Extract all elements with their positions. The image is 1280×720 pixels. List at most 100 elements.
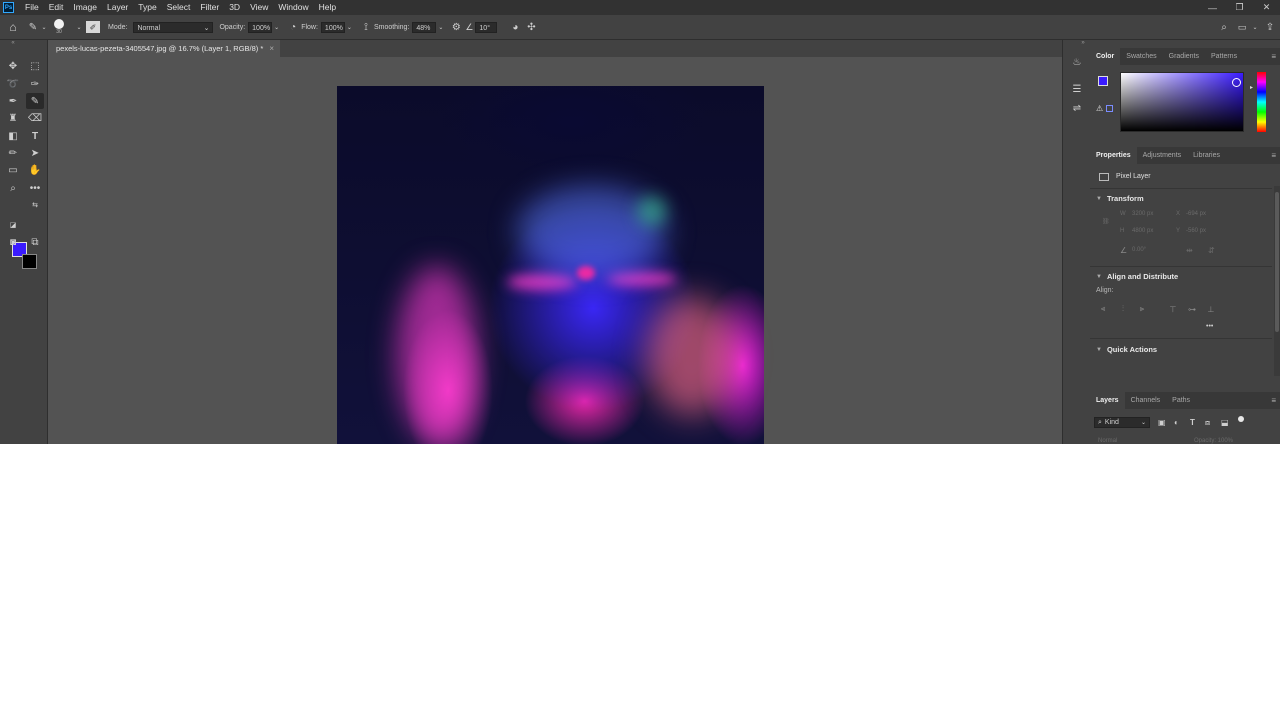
align-horizontal-center-icon[interactable]: ⫶ bbox=[1118, 304, 1128, 314]
align-vertical-center-icon[interactable]: ⊶ bbox=[1187, 304, 1197, 314]
pen-tool-icon[interactable]: ✏ bbox=[4, 145, 22, 161]
tab-swatches[interactable]: Swatches bbox=[1120, 48, 1162, 65]
chevron-down-icon[interactable]: ⌄ bbox=[72, 24, 86, 31]
mode-select[interactable]: Normal ⌄ bbox=[133, 21, 214, 33]
zoom-tool-icon[interactable]: ⌕ bbox=[4, 180, 22, 196]
restore-button[interactable]: ❐ bbox=[1226, 0, 1253, 15]
menu-file[interactable]: File bbox=[20, 0, 44, 15]
menu-view[interactable]: View bbox=[245, 0, 273, 15]
smoothing-input[interactable]: 48% bbox=[412, 21, 437, 33]
eraser-tool-icon[interactable]: ⌫ bbox=[26, 110, 44, 126]
properties-scrollbar-thumb[interactable] bbox=[1275, 192, 1279, 332]
align-right-icon[interactable]: ⫸ bbox=[1137, 304, 1147, 314]
document-image[interactable] bbox=[337, 86, 764, 444]
stamp-tool-icon[interactable]: ♜ bbox=[4, 110, 22, 126]
document-tab[interactable]: pexels-lucas-pezeta-3405547.jpg @ 16.7% … bbox=[50, 40, 280, 57]
panel-menu-icon[interactable]: ≡ bbox=[1271, 392, 1276, 409]
link-icon[interactable]: ⛓ bbox=[1102, 218, 1110, 225]
tab-layers[interactable]: Layers bbox=[1090, 392, 1125, 409]
share-icon[interactable]: ⇪ bbox=[1260, 22, 1280, 33]
opacity-input[interactable]: 100% bbox=[248, 21, 273, 33]
flip-horizontal-icon[interactable]: ⇹ bbox=[1186, 246, 1193, 255]
menu-3d[interactable]: 3D bbox=[224, 0, 245, 15]
canvas-area[interactable] bbox=[50, 57, 1052, 444]
collapse-arrows-icon[interactable]: » bbox=[1075, 40, 1091, 46]
menu-image[interactable]: Image bbox=[68, 0, 102, 15]
menu-layer[interactable]: Layer bbox=[102, 0, 133, 15]
menu-edit[interactable]: Edit bbox=[44, 0, 69, 15]
pressure-opacity-icon[interactable]: ◔ bbox=[285, 22, 301, 33]
home-icon[interactable]: ⌂ bbox=[0, 20, 26, 34]
brush-tool-icon[interactable]: ✎ bbox=[26, 22, 40, 33]
filter-type-icon[interactable]: T bbox=[1190, 418, 1195, 427]
tab-properties[interactable]: Properties bbox=[1090, 147, 1137, 164]
background-color-swatch[interactable] bbox=[22, 254, 37, 269]
filter-shape-icon[interactable]: ⧈ bbox=[1205, 418, 1210, 428]
align-distribute-section-header[interactable]: ▼ Align and Distribute bbox=[1096, 272, 1178, 281]
tab-libraries[interactable]: Libraries bbox=[1187, 147, 1226, 164]
menu-filter[interactable]: Filter bbox=[195, 0, 224, 15]
workspace-icon[interactable]: ▭ bbox=[1234, 22, 1250, 33]
gear-icon[interactable]: ⚙ bbox=[449, 22, 463, 33]
width-input[interactable]: 3200 px bbox=[1132, 211, 1153, 217]
lasso-tool-icon[interactable]: ➰ bbox=[4, 76, 22, 92]
chevron-down-icon[interactable]: ⌄ bbox=[438, 24, 443, 31]
color-picker-ring[interactable] bbox=[1232, 78, 1241, 87]
brush-preset-picker[interactable]: 30 bbox=[54, 19, 64, 35]
angle-input[interactable]: 0.00° bbox=[1132, 247, 1146, 253]
tab-color[interactable]: Color bbox=[1090, 48, 1121, 65]
y-input[interactable]: -560 px bbox=[1186, 228, 1206, 234]
hue-slider-arrow-icon[interactable]: ▸ bbox=[1250, 84, 1253, 91]
quick-selection-tool-icon[interactable]: ✑ bbox=[26, 76, 44, 92]
screen-mode-icon[interactable]: ⧉ bbox=[26, 234, 44, 250]
search-icon[interactable]: ⌕ bbox=[1214, 22, 1234, 33]
chevron-down-icon[interactable]: ⌄ bbox=[347, 24, 352, 31]
menu-window[interactable]: Window bbox=[273, 0, 313, 15]
default-colors-icon[interactable]: ◪ bbox=[8, 220, 18, 230]
flip-vertical-icon[interactable]: ⇵ bbox=[1208, 246, 1215, 255]
align-bottom-icon[interactable]: ⊥ bbox=[1206, 304, 1216, 314]
transform-section-header[interactable]: ▼ Transform bbox=[1096, 194, 1144, 203]
minimize-button[interactable]: — bbox=[1199, 0, 1226, 15]
align-left-icon[interactable]: ⫷ bbox=[1098, 304, 1108, 314]
layer-kind-filter[interactable]: ⌕ Kind ⌄ bbox=[1094, 417, 1150, 428]
quick-actions-section-header[interactable]: ▼ Quick Actions bbox=[1096, 345, 1157, 354]
more-options-icon[interactable]: ••• bbox=[1206, 323, 1213, 330]
pressure-size-icon[interactable]: ◕ bbox=[507, 22, 523, 33]
close-icon[interactable]: × bbox=[269, 40, 274, 57]
marquee-tool-icon[interactable]: ⬚ bbox=[26, 58, 44, 74]
collapse-arrows-icon[interactable]: « bbox=[4, 40, 22, 46]
tab-gradients[interactable]: Gradients bbox=[1163, 48, 1205, 65]
menu-select[interactable]: Select bbox=[162, 0, 196, 15]
tab-adjustments[interactable]: Adjustments bbox=[1137, 147, 1188, 164]
hue-slider[interactable] bbox=[1257, 72, 1266, 132]
type-tool-icon[interactable]: T bbox=[26, 128, 44, 144]
chevron-down-icon[interactable]: ⌄ bbox=[1250, 24, 1260, 31]
chevron-down-icon[interactable]: ⌄ bbox=[40, 24, 48, 31]
panel-menu-icon[interactable]: ≡ bbox=[1271, 147, 1276, 164]
height-input[interactable]: 4800 px bbox=[1132, 228, 1153, 234]
filter-toggle-icon[interactable] bbox=[1238, 416, 1244, 422]
color-picker-field[interactable] bbox=[1120, 72, 1244, 132]
tab-paths[interactable]: Paths bbox=[1166, 392, 1196, 409]
tab-channels[interactable]: Channels bbox=[1125, 392, 1167, 409]
foreground-color-swatch[interactable] bbox=[1098, 76, 1108, 86]
eyedropper-tool-icon[interactable]: ✒ bbox=[4, 93, 22, 109]
filter-pixel-icon[interactable]: ▣ bbox=[1158, 418, 1166, 427]
x-input[interactable]: -694 px bbox=[1186, 211, 1206, 217]
close-window-button[interactable]: ✕ bbox=[1253, 0, 1280, 15]
more-tools-icon[interactable]: ••• bbox=[26, 180, 44, 196]
hand-tool-icon[interactable]: ✋ bbox=[26, 162, 44, 178]
swap-colors-icon[interactable]: ⇆ bbox=[30, 200, 40, 210]
panel-menu-icon[interactable]: ≡ bbox=[1271, 48, 1276, 65]
brush-settings-icon[interactable]: ✐ bbox=[86, 21, 100, 33]
brush-tool-icon[interactable]: ✎ bbox=[26, 93, 44, 109]
angle-input[interactable]: 10° bbox=[475, 21, 498, 33]
path-selection-tool-icon[interactable]: ➤ bbox=[26, 145, 44, 161]
tab-patterns[interactable]: Patterns bbox=[1205, 48, 1243, 65]
gradient-tool-icon[interactable]: ◧ bbox=[4, 128, 22, 144]
flow-input[interactable]: 100% bbox=[320, 21, 345, 33]
menu-help[interactable]: Help bbox=[314, 0, 341, 15]
filter-adjustment-icon[interactable]: ◐ bbox=[1174, 418, 1179, 427]
brush-settings-panel-icon[interactable]: ☰ bbox=[1069, 82, 1085, 96]
